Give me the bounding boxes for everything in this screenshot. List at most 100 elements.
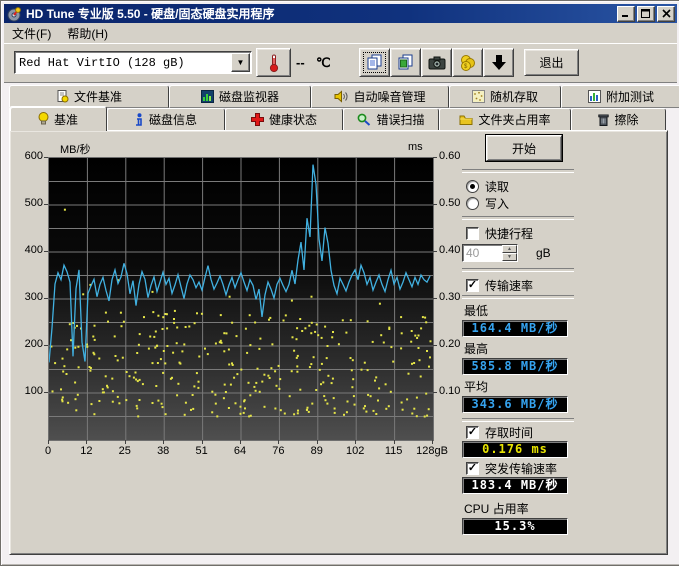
axis-tick-mark [433, 204, 437, 205]
copy-image-button[interactable] [390, 48, 421, 77]
y-right-axis-label: ms [408, 141, 423, 153]
tab-random-access[interactable]: 随机存取 [449, 85, 561, 108]
tab-label: 文件基准 [74, 88, 122, 105]
copy-text-button[interactable] [359, 48, 390, 77]
max-label: 最高 [464, 340, 574, 357]
access-time-row[interactable]: ✓ 存取时间 [466, 425, 574, 439]
tab-label: 随机存取 [490, 88, 538, 105]
axis-tick-mark [432, 440, 433, 444]
coins-icon: $ [459, 54, 477, 71]
short-stroke-row[interactable]: 快捷行程 [466, 226, 574, 240]
minimize-button[interactable] [617, 6, 635, 22]
axis-tick-label: 102 [335, 445, 375, 457]
start-label: 开始 [512, 140, 536, 157]
write-label: 写入 [485, 195, 509, 212]
axis-tick-label: 100 [12, 385, 43, 397]
axis-tick-mark [433, 298, 437, 299]
axis-tick-label: 500 [12, 197, 43, 209]
tab-auto-acoustic[interactable]: 自动噪音管理 [311, 85, 449, 108]
axis-tick-label: 400 [12, 244, 43, 256]
axis-tick-label: 89 [297, 445, 337, 457]
separator [462, 169, 574, 173]
read-radio[interactable] [466, 180, 479, 193]
tab-health[interactable]: 健康状态 [225, 108, 343, 131]
burst-rate-checkbox[interactable]: ✓ [466, 462, 479, 475]
close-icon [662, 9, 671, 18]
close-button[interactable] [657, 6, 675, 22]
tab-row-1: 文件基准 磁盘监视器 自动噪音管理 随机 [9, 85, 679, 108]
menu-help[interactable]: 帮助(H) [59, 23, 116, 44]
folder-icon [459, 114, 473, 126]
max-speed-display: 585.8 MB/秒 [462, 358, 568, 375]
read-radio-row[interactable]: 读取 [466, 179, 574, 193]
exit-label: 退出 [539, 54, 563, 71]
axis-tick-label: 0.50 [439, 197, 473, 209]
temperature-value: -- [296, 55, 305, 70]
axis-tick-mark [86, 440, 87, 444]
short-stroke-checkbox[interactable] [466, 227, 479, 240]
tab-file-benchmark[interactable]: 文件基准 [9, 85, 169, 108]
tab-row-2: 基准 磁盘信息 健康状态 错误扫描 [9, 108, 666, 131]
short-stroke-size-row: 40 ▲ ▼ gB [462, 244, 574, 262]
window-title: HD Tune 专业版 5.50 - 硬盘/固态硬盘实用程序 [26, 5, 615, 22]
tab-error-scan[interactable]: 错误扫描 [343, 108, 439, 131]
start-button[interactable]: 开始 [486, 135, 562, 161]
tab-label: 擦除 [614, 111, 638, 128]
tab-disk-info[interactable]: 磁盘信息 [107, 108, 225, 131]
axis-tick-label: 200 [12, 338, 43, 350]
maximize-icon [641, 9, 651, 18]
axis-tick-mark [44, 157, 48, 158]
tab-extra-tests[interactable]: 附加测试 [561, 85, 679, 108]
axis-tick-label: 600 [12, 150, 43, 162]
transfer-rate-checkbox[interactable]: ✓ [466, 279, 479, 292]
axis-tick-mark [202, 440, 203, 444]
temperature-button[interactable] [256, 48, 291, 77]
titlebar[interactable]: HD Tune 专业版 5.50 - 硬盘/固态硬盘实用程序 [4, 4, 677, 23]
tab-folder-usage[interactable]: 文件夹占用率 [439, 108, 571, 131]
tab-benchmark[interactable]: 基准 [9, 106, 107, 131]
toolbar: Red Hat VirtIO (128 gB) ▼ -- ℃ [4, 43, 677, 83]
tab-label: 磁盘信息 [149, 111, 197, 128]
axis-tick-label: 64 [220, 445, 260, 457]
chevron-down-icon: ▼ [237, 58, 245, 67]
exit-button[interactable]: 退出 [524, 49, 579, 76]
transfer-rate-row[interactable]: ✓ 传输速率 [466, 278, 574, 292]
spin-up-button[interactable]: ▲ [502, 245, 517, 253]
access-time-checkbox[interactable]: ✓ [466, 426, 479, 439]
drive-select[interactable]: Red Hat VirtIO (128 gB) ▼ [14, 51, 252, 74]
axis-tick-mark [44, 204, 48, 205]
axis-tick-mark [44, 251, 48, 252]
screenshot-button[interactable] [421, 48, 452, 77]
benchmark-panel: MB/秒 ms 开始 读取 写入 [9, 130, 668, 555]
axis-tick-mark [278, 440, 279, 444]
menu-file[interactable]: 文件(F) [4, 23, 59, 44]
axis-tick-label: 0.40 [439, 244, 473, 256]
file-benchmark-icon [56, 90, 69, 103]
write-radio-row[interactable]: 写入 [466, 196, 574, 210]
health-cross-icon [251, 113, 264, 126]
burst-rate-display: 183.4 MB/秒 [462, 477, 568, 494]
spin-down-button[interactable]: ▼ [502, 253, 517, 261]
download-arrow-icon [491, 54, 507, 71]
disk-monitor-icon [201, 90, 214, 103]
axis-tick-mark [433, 157, 437, 158]
min-label: 最低 [464, 302, 574, 319]
read-label: 读取 [485, 178, 509, 195]
axis-tick-label: 38 [143, 445, 183, 457]
menu-bar: 文件(F) 帮助(H) [4, 23, 677, 43]
maximize-button[interactable] [637, 6, 655, 22]
save-results-button[interactable] [483, 48, 514, 77]
burst-rate-row[interactable]: ✓ 突发传输速率 [466, 461, 574, 475]
axis-tick-mark [355, 440, 356, 444]
axis-tick-mark [48, 440, 49, 444]
hd-tune-window: HD Tune 专业版 5.50 - 硬盘/固态硬盘实用程序 文件(F) 帮助(… [0, 0, 679, 566]
axis-tick-label: 76 [258, 445, 298, 457]
axis-tick-label: 0.60 [439, 150, 473, 162]
tab-disk-monitor[interactable]: 磁盘监视器 [169, 85, 311, 108]
access-time-display: 0.176 ms [462, 441, 568, 458]
random-access-icon [472, 90, 485, 103]
donate-button[interactable]: $ [452, 48, 483, 77]
access-time-label: 存取时间 [485, 424, 533, 441]
drive-select-arrow[interactable]: ▼ [231, 53, 250, 72]
tab-erase[interactable]: 擦除 [571, 108, 666, 131]
